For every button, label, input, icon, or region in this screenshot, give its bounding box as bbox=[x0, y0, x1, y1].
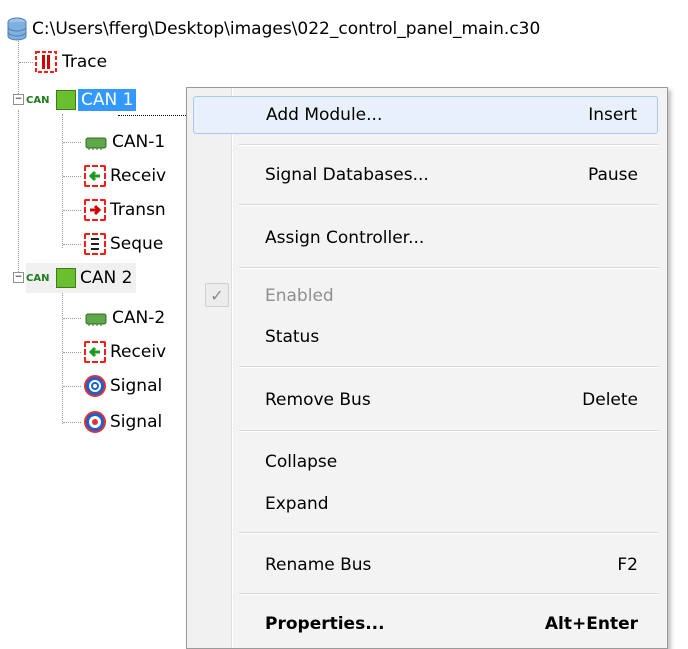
tree-item-label: Transn bbox=[110, 200, 166, 220]
menu-item-shortcut: Pause bbox=[588, 165, 638, 185]
context-menu: Add Module... Insert Signal Databases...… bbox=[186, 87, 668, 649]
signal-icon bbox=[84, 375, 106, 397]
collapse-toggle-can2[interactable]: − bbox=[13, 272, 24, 283]
receive-icon bbox=[84, 341, 106, 363]
tree-item-can2-receive[interactable]: Receiv bbox=[84, 337, 166, 367]
tree-item-label: Receiv bbox=[110, 342, 167, 362]
collapse-toggle-can1[interactable]: − bbox=[13, 94, 24, 105]
menu-item-rename-bus[interactable]: Rename Bus F2 bbox=[193, 546, 658, 584]
menu-item-remove-bus[interactable]: Remove Bus Delete bbox=[193, 381, 658, 419]
menu-item-label: Properties... bbox=[265, 614, 385, 634]
menu-item-label: Rename Bus bbox=[265, 555, 372, 575]
can-tag-icon: CAN bbox=[26, 272, 50, 284]
can-bus-icon bbox=[56, 90, 76, 110]
tree-item-trace[interactable]: Trace bbox=[34, 47, 107, 77]
menu-item-shortcut: Insert bbox=[588, 105, 637, 125]
checkmark-icon: ✓ bbox=[205, 283, 229, 307]
menu-item-add-module[interactable]: Add Module... Insert bbox=[193, 96, 658, 134]
tree-item-label: Seque bbox=[110, 234, 164, 254]
tree-item-can1-transmit[interactable]: Transn bbox=[84, 195, 166, 225]
menu-item-assign-controller[interactable]: Assign Controller... bbox=[193, 219, 658, 257]
tree-item-label: Signal bbox=[110, 412, 163, 432]
tree-item-label: CAN-2 bbox=[112, 308, 166, 328]
tree-root-label: C:\Users\fferg\Desktop\images\022_contro… bbox=[32, 19, 541, 39]
menu-separator bbox=[239, 267, 659, 269]
tree-item-label: Trace bbox=[62, 52, 108, 72]
sequence-icon bbox=[84, 233, 106, 255]
menu-separator bbox=[239, 593, 659, 595]
can-tag-icon: CAN bbox=[26, 94, 50, 106]
menu-item-properties[interactable]: Properties... Alt+Enter bbox=[193, 605, 658, 643]
menu-item-shortcut: F2 bbox=[617, 555, 638, 575]
tree-item-can2-controller[interactable]: CAN-2 bbox=[84, 303, 165, 333]
tree-item-label: Receiv bbox=[110, 166, 167, 186]
database-icon bbox=[6, 17, 28, 41]
can-bus-icon bbox=[56, 268, 76, 288]
menu-item-label: Remove Bus bbox=[265, 390, 371, 410]
tree-item-can1-controller[interactable]: CAN-1 bbox=[84, 127, 165, 157]
menu-item-label: Enabled bbox=[265, 286, 334, 306]
menu-item-label: Status bbox=[265, 327, 320, 347]
menu-item-label: Expand bbox=[265, 494, 329, 514]
menu-separator bbox=[239, 144, 659, 146]
menu-separator bbox=[239, 204, 659, 206]
menu-separator bbox=[239, 532, 659, 534]
menu-item-label: Assign Controller... bbox=[265, 228, 425, 248]
tree-root[interactable]: C:\Users\fferg\Desktop\images\022_contro… bbox=[6, 14, 540, 44]
menu-item-label: Collapse bbox=[265, 452, 338, 472]
tree-item-label: CAN 2 bbox=[80, 268, 133, 288]
tree-item-can2[interactable]: CAN CAN 2 bbox=[26, 263, 137, 293]
signal-icon bbox=[84, 411, 106, 433]
menu-separator bbox=[239, 430, 659, 432]
menu-item-shortcut: Delete bbox=[582, 390, 638, 410]
menu-item-enabled[interactable]: ✓ Enabled bbox=[193, 277, 658, 315]
menu-item-shortcut: Alt+Enter bbox=[544, 614, 638, 634]
transmit-icon bbox=[84, 199, 106, 221]
menu-item-signal-databases[interactable]: Signal Databases... Pause bbox=[193, 156, 658, 194]
trace-icon bbox=[34, 50, 58, 74]
tree-item-can1-receive[interactable]: Receiv bbox=[84, 161, 166, 191]
tree-item-can2-signal-1[interactable]: Signal bbox=[84, 371, 162, 401]
receive-icon bbox=[84, 165, 106, 187]
chip-icon bbox=[84, 311, 108, 326]
menu-item-label: Signal Databases... bbox=[265, 165, 429, 185]
tree-item-can2-signal-2[interactable]: Signal bbox=[84, 407, 162, 437]
chip-icon bbox=[84, 135, 108, 150]
menu-item-status[interactable]: Status bbox=[193, 318, 658, 356]
menu-item-collapse[interactable]: Collapse bbox=[193, 443, 658, 481]
menu-item-label: Add Module... bbox=[266, 105, 383, 125]
tree-item-label: CAN-1 bbox=[112, 132, 166, 152]
tree-item-can1-sequence[interactable]: Seque bbox=[84, 229, 163, 259]
menu-separator bbox=[239, 366, 659, 368]
tree-item-label: Signal bbox=[110, 376, 163, 396]
menu-item-expand[interactable]: Expand bbox=[193, 485, 658, 523]
